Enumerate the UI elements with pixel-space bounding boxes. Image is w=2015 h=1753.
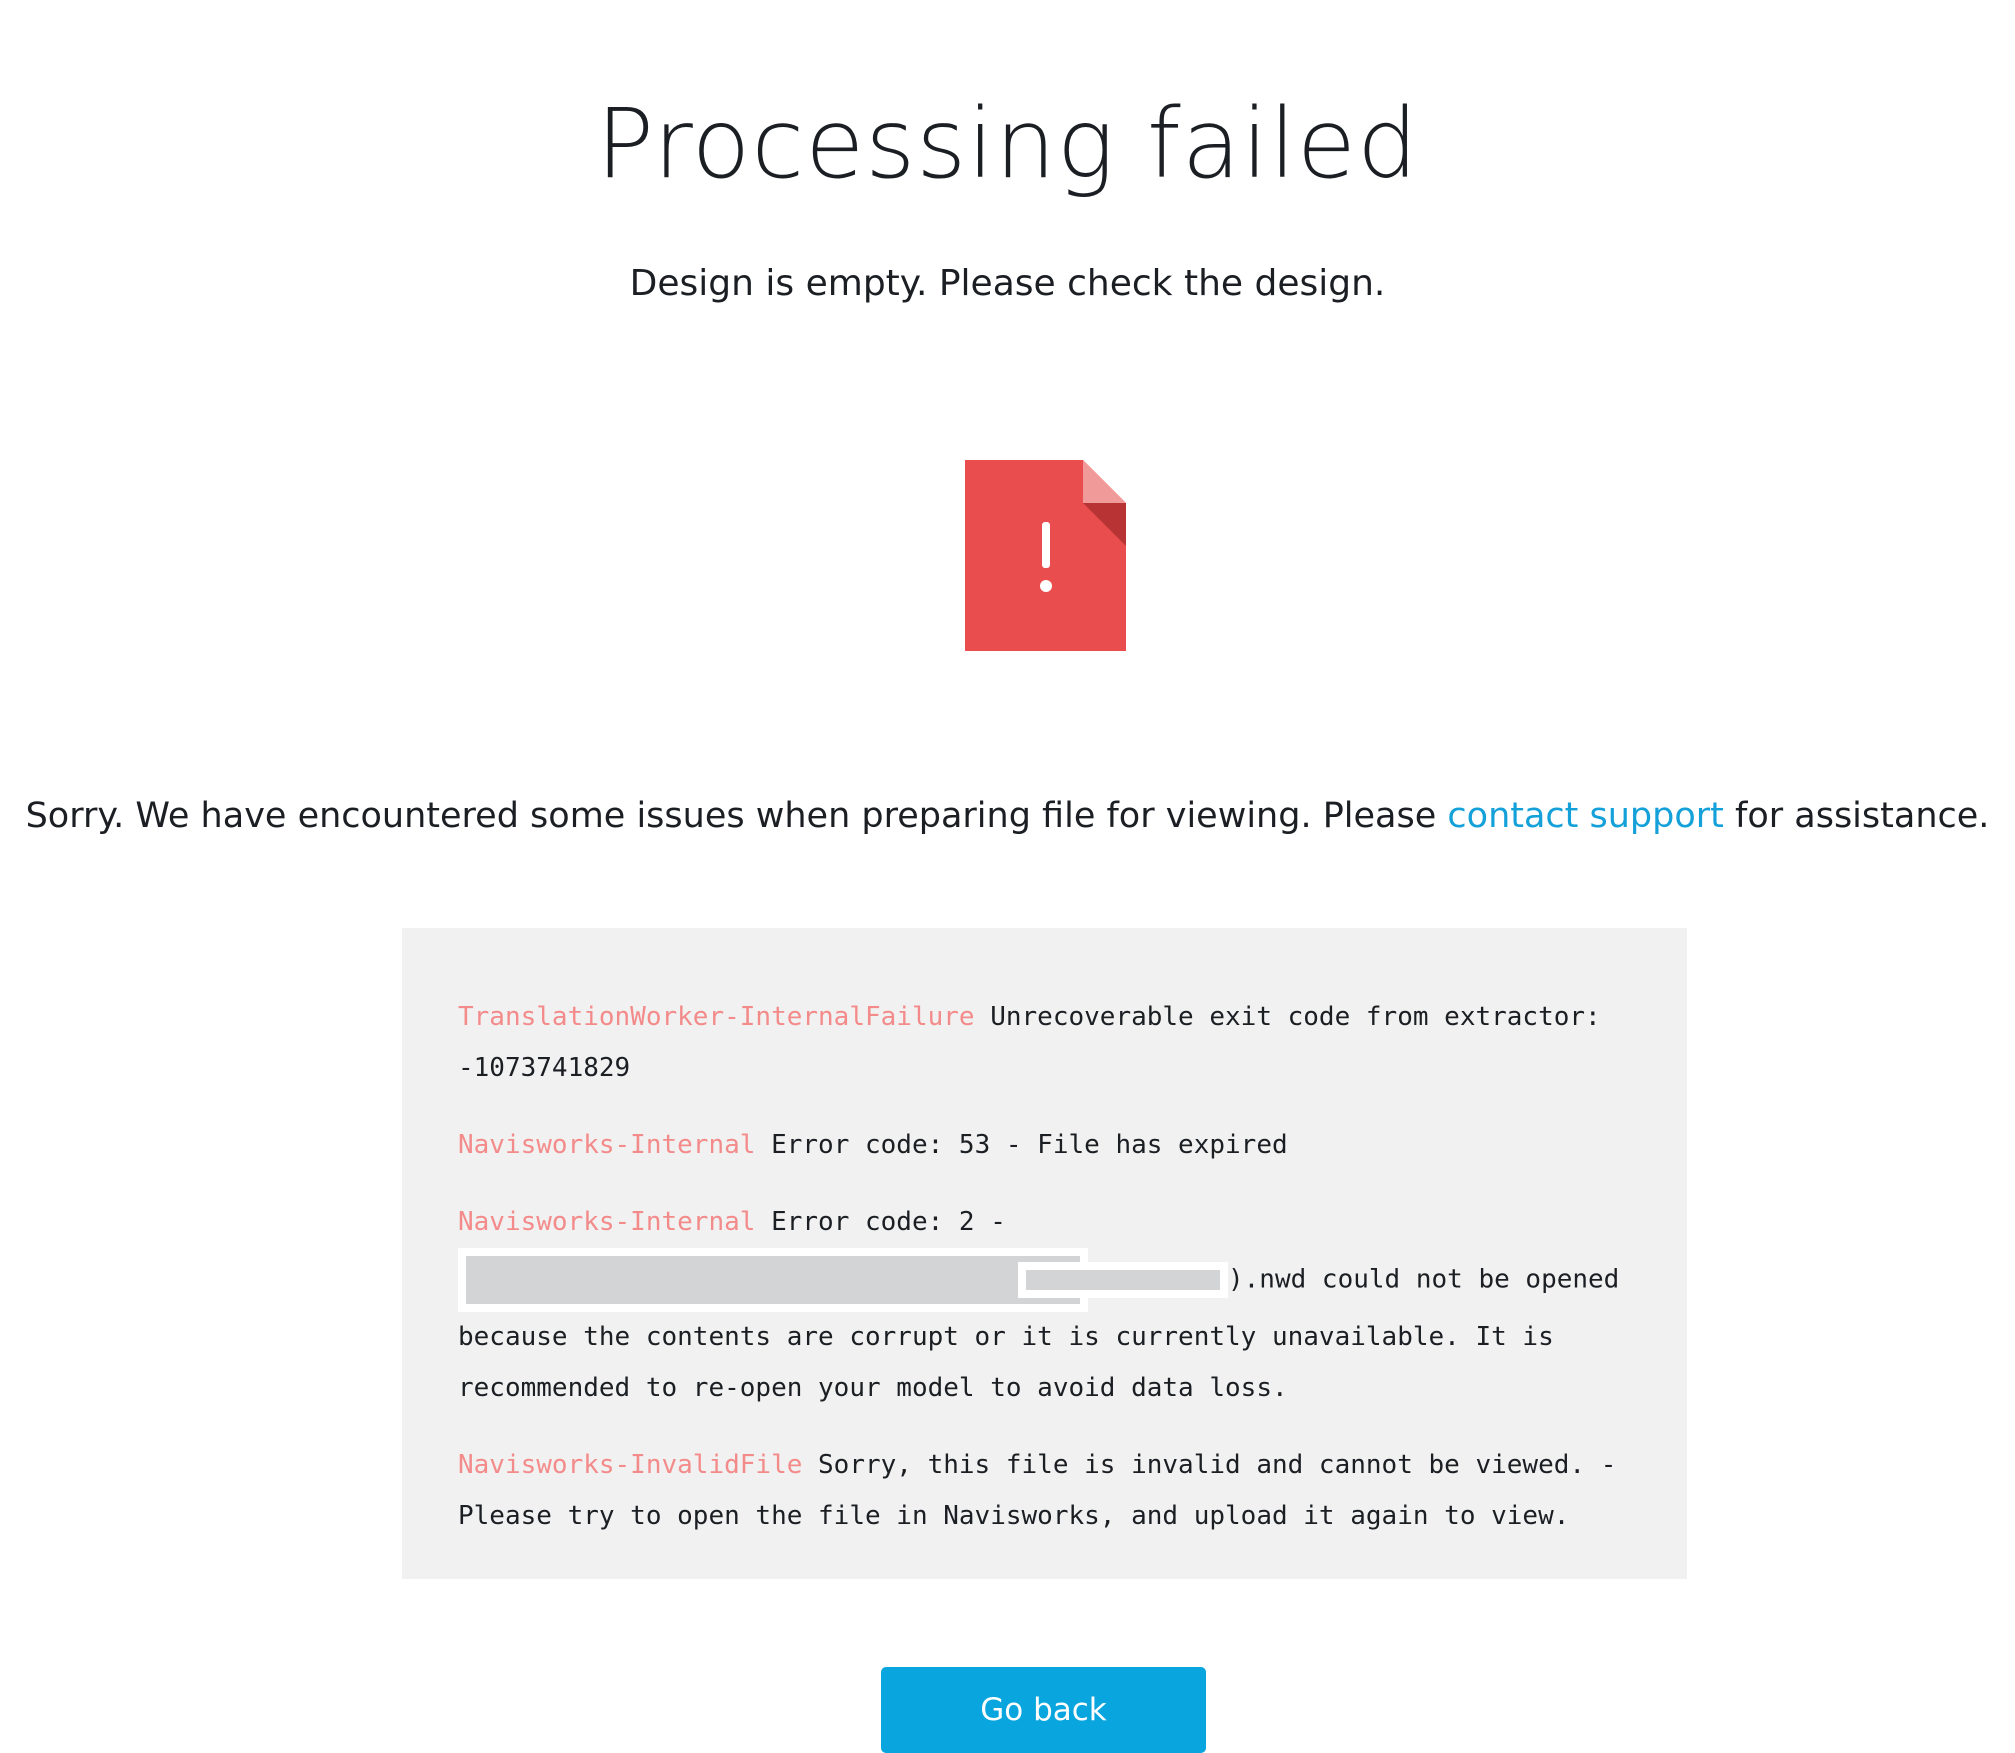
support-message-suffix: for assistance. (1723, 796, 1990, 836)
processing-failed-page: Processing failed Design is empty. Pleas… (0, 0, 2015, 1753)
error-code: Navisworks-InvalidFile (458, 1450, 803, 1480)
error-text: Error code: 53 - File has expired (755, 1130, 1288, 1160)
error-item: Navisworks-InvalidFile Sorry, this file … (458, 1440, 1631, 1542)
error-code: Navisworks-Internal (458, 1207, 756, 1237)
support-message: Sorry. We have encountered some issues w… (0, 796, 2015, 836)
error-code: Navisworks-Internal (458, 1130, 756, 1160)
file-error-icon (965, 460, 1126, 651)
support-message-text: Sorry. We have encountered some issues w… (25, 796, 1448, 836)
page-title: Processing failed (596, 88, 1419, 200)
error-text: Error code: 2 - (755, 1207, 1006, 1237)
go-back-button[interactable]: Go back (881, 1667, 1206, 1753)
page-subtitle: Design is empty. Please check the design… (629, 263, 1386, 304)
contact-support-link[interactable]: contact support (1447, 796, 1723, 836)
error-item: Navisworks-Internal Error code: 2 - ).nw… (458, 1197, 1631, 1414)
redacted-filename-block (458, 1248, 1088, 1312)
error-item: TranslationWorker-InternalFailure Unreco… (458, 992, 1631, 1094)
error-details-box: TranslationWorker-InternalFailure Unreco… (402, 928, 1687, 1579)
error-code: TranslationWorker-InternalFailure (458, 1002, 975, 1032)
redacted-filename-block (1018, 1262, 1228, 1298)
error-item: Navisworks-Internal Error code: 53 - Fil… (458, 1120, 1631, 1171)
